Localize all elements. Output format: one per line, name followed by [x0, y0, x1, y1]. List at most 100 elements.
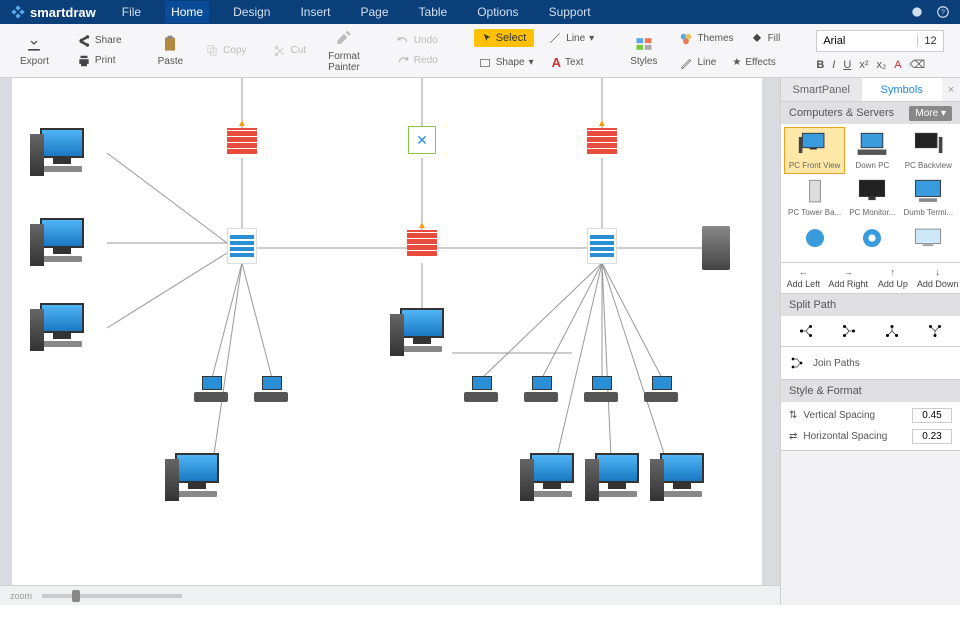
symbol-monitor[interactable]: PC Monitor...	[846, 175, 898, 220]
diagram-links	[12, 78, 762, 585]
styles-button[interactable]: Styles	[624, 30, 663, 71]
switch-node[interactable]	[587, 228, 617, 264]
symbol-tower-back[interactable]: PC Tower Ba...	[785, 175, 844, 220]
firewall-node[interactable]: ▲	[227, 126, 257, 154]
split-icon-2[interactable]	[840, 322, 858, 340]
symbol-item[interactable]	[900, 222, 956, 258]
add-down-button[interactable]: ↓Add Down	[915, 263, 960, 293]
font-selector[interactable]: 12	[816, 30, 943, 52]
pc-node[interactable]	[587, 453, 647, 503]
subscript-button[interactable]: x₂	[876, 59, 886, 71]
redo-button[interactable]: Redo	[392, 52, 442, 70]
zoom-slider[interactable]	[42, 594, 182, 598]
notification-icon[interactable]	[910, 5, 924, 19]
symbol-dumb-terminal[interactable]: Dumb Termi...	[900, 175, 956, 220]
pc-node[interactable]	[392, 308, 452, 358]
firewall-node[interactable]: ▲	[587, 126, 617, 154]
canvas-area: .pc{width:60px;height:50px;}.pc .mon{wid…	[0, 78, 780, 605]
pc-node[interactable]	[652, 453, 712, 503]
font-color-button[interactable]: A	[894, 59, 901, 71]
cloud-switch-node[interactable]: ✕	[408, 126, 436, 154]
copy-button[interactable]: Copy	[201, 42, 250, 60]
library-more-button[interactable]: More ▾	[909, 106, 952, 121]
themes-button[interactable]: Themes	[675, 30, 737, 48]
panel-close-button[interactable]: ×	[942, 78, 960, 101]
symbol-down-pc[interactable]: Down PC	[846, 128, 898, 173]
fill-button[interactable]: Fill	[746, 30, 785, 48]
undo-icon	[396, 34, 410, 48]
phone-node[interactable]	[584, 376, 620, 406]
menu-home[interactable]: Home	[165, 1, 209, 23]
split-icon-4[interactable]	[926, 322, 944, 340]
vspace-input[interactable]	[912, 408, 952, 423]
phone-node[interactable]	[194, 376, 230, 406]
brush-icon	[334, 29, 354, 49]
text-format-row: B I U x² x₂ A ⌫	[816, 58, 943, 71]
italic-button[interactable]: I	[832, 59, 835, 71]
print-button[interactable]: Print	[73, 52, 126, 70]
pc-node[interactable]	[32, 128, 92, 178]
star-icon: ★	[732, 57, 741, 68]
underline-button[interactable]: U	[843, 59, 851, 71]
effects-button[interactable]: ★Effects	[728, 54, 779, 72]
add-up-button[interactable]: ↑Add Up	[871, 263, 916, 293]
menu-table[interactable]: Table	[413, 1, 454, 23]
hspace-input[interactable]	[912, 429, 952, 444]
pc-node[interactable]	[32, 218, 92, 268]
select-tool[interactable]: Select	[474, 29, 535, 47]
tab-symbols[interactable]: Symbols	[862, 78, 943, 101]
phone-node[interactable]	[644, 376, 680, 406]
line-style-button[interactable]: Line	[675, 54, 720, 72]
menu-design[interactable]: Design	[227, 1, 276, 23]
pc-node[interactable]	[522, 453, 582, 503]
help-icon[interactable]: ?	[936, 5, 950, 19]
cursor-icon	[482, 33, 492, 43]
line-tool[interactable]: Line ▾	[544, 29, 598, 47]
split-icon-1[interactable]	[797, 322, 815, 340]
switch-node[interactable]	[227, 228, 257, 264]
font-size-input[interactable]: 12	[917, 35, 942, 47]
logo-icon	[10, 4, 26, 20]
phone-node[interactable]	[524, 376, 560, 406]
phone-node[interactable]	[464, 376, 500, 406]
share-button[interactable]: Share	[73, 32, 126, 50]
clear-format-button[interactable]: ⌫	[910, 58, 926, 71]
phone-node[interactable]	[254, 376, 290, 406]
split-icon-3[interactable]	[883, 322, 901, 340]
drawing-page[interactable]: .pc{width:60px;height:50px;}.pc .mon{wid…	[12, 78, 762, 585]
paste-button[interactable]: Paste	[152, 30, 190, 71]
symbol-item[interactable]	[846, 222, 898, 258]
symbol-pc-back[interactable]: PC Backview	[900, 128, 956, 173]
font-name-input[interactable]	[817, 35, 917, 47]
join-icon	[789, 355, 805, 371]
join-paths-row[interactable]: Join Paths	[781, 347, 960, 379]
split-path-header: Split Path	[781, 294, 960, 316]
add-right-button[interactable]: →Add Right	[826, 263, 871, 293]
symbol-pc-front[interactable]: PC Front View	[785, 128, 844, 173]
zoom-label: zoom	[10, 591, 32, 601]
vspace-icon: ⇅	[789, 410, 797, 421]
menu-page[interactable]: Page	[354, 1, 394, 23]
undo-button[interactable]: Undo	[392, 32, 442, 50]
pc-node[interactable]	[32, 303, 92, 353]
menu-options[interactable]: Options	[471, 1, 524, 23]
bold-button[interactable]: B	[816, 59, 824, 71]
app-name: smartdraw	[30, 5, 96, 20]
firewall-node[interactable]: ▲	[407, 228, 437, 256]
pc-node[interactable]	[167, 453, 227, 503]
format-painter-button[interactable]: Format Painter	[322, 25, 366, 77]
text-tool[interactable]: AText	[548, 53, 588, 72]
cut-button[interactable]: Cut	[269, 42, 311, 60]
menu-support[interactable]: Support	[543, 1, 597, 23]
superscript-button[interactable]: x²	[859, 59, 868, 71]
server-node[interactable]	[702, 226, 730, 270]
menu-file[interactable]: File	[116, 1, 147, 23]
shape-tool[interactable]: Shape ▾	[474, 54, 538, 72]
ribbon: Export Share Print Paste Copy Cut Format…	[0, 24, 960, 78]
line-icon	[548, 31, 562, 45]
export-button[interactable]: Export	[14, 30, 55, 71]
symbol-item[interactable]	[785, 222, 844, 258]
tab-smartpanel[interactable]: SmartPanel	[781, 78, 862, 101]
menu-insert[interactable]: Insert	[294, 1, 336, 23]
add-left-button[interactable]: ←Add Left	[781, 263, 826, 293]
